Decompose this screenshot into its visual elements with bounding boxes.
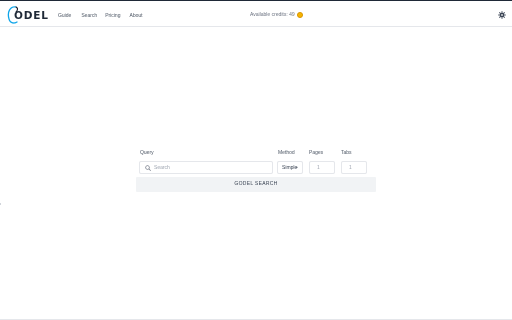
credits-indicator: Available credits: 49 bbox=[250, 12, 303, 18]
chevron-down-icon: ⌄ bbox=[294, 164, 299, 170]
top-navbar: ODEL Guide Search Pricing About Availabl… bbox=[0, 1, 512, 27]
nav-pricing[interactable]: Pricing bbox=[105, 13, 120, 19]
tabs-input[interactable]: 1 bbox=[341, 161, 367, 174]
pages-value: 1 bbox=[317, 165, 320, 171]
left-edge-mark bbox=[0, 203, 1, 205]
search-icon bbox=[145, 165, 151, 171]
search-input[interactable]: Search bbox=[139, 161, 273, 174]
logo-text: ODEL bbox=[14, 10, 49, 22]
godel-logo[interactable]: ODEL bbox=[7, 4, 49, 26]
main-nav: Guide Search Pricing About bbox=[58, 13, 143, 19]
gear-icon[interactable] bbox=[498, 11, 506, 19]
nav-guide[interactable]: Guide bbox=[58, 13, 71, 19]
tabs-label: Tabs bbox=[341, 150, 352, 156]
nav-search[interactable]: Search bbox=[81, 13, 97, 19]
credits-text: Available credits: 49 bbox=[250, 12, 295, 18]
tabs-value: 1 bbox=[349, 165, 352, 171]
pages-label: Pages bbox=[309, 150, 324, 156]
nav-about[interactable]: About bbox=[129, 13, 142, 19]
godel-search-button[interactable]: GODEL SEARCH bbox=[136, 177, 376, 192]
method-label: Method bbox=[278, 150, 295, 156]
query-label: Query bbox=[140, 150, 154, 156]
method-select[interactable]: Simple ⌄ bbox=[277, 161, 303, 174]
coin-icon bbox=[296, 12, 303, 18]
search-placeholder: Search bbox=[154, 165, 170, 171]
pages-input[interactable]: 1 bbox=[309, 161, 335, 174]
